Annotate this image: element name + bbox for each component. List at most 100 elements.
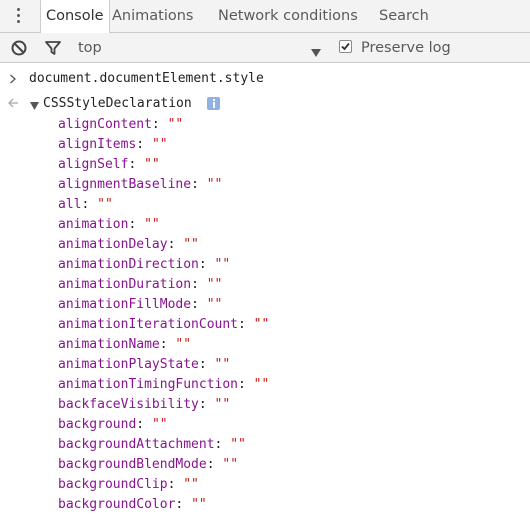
property-row[interactable]: all: "" [58, 195, 269, 215]
property-value: "" [191, 497, 207, 512]
property-separator: : [198, 257, 215, 272]
property-name: animationName [58, 337, 160, 352]
property-row[interactable]: animationDelay: "" [58, 235, 269, 255]
property-value: "" [144, 217, 160, 232]
property-name: backgroundAttachment [58, 437, 215, 452]
property-separator: : [128, 157, 145, 172]
property-row[interactable]: animationDuration: "" [58, 275, 269, 295]
property-row[interactable]: backgroundAttachment: "" [58, 435, 269, 455]
expand-triangle-icon[interactable] [30, 99, 39, 110]
clear-console-icon[interactable] [10, 39, 28, 57]
preserve-log-checkbox[interactable] [339, 40, 352, 53]
property-value: "" [175, 337, 192, 352]
property-separator: : [136, 417, 152, 432]
filter-icon[interactable] [44, 39, 62, 57]
property-separator: : [175, 497, 192, 512]
property-name: alignItems [58, 137, 137, 152]
property-value: "" [183, 237, 199, 252]
property-name: alignmentBaseline [58, 177, 192, 192]
property-name: alignContent [58, 117, 152, 132]
property-value: "" [167, 117, 184, 132]
property-row[interactable]: animationDirection: "" [58, 255, 269, 275]
property-row[interactable]: alignItems: "" [58, 135, 269, 155]
property-name: animation [58, 217, 129, 232]
property-value: "" [253, 317, 270, 332]
result-arrow-icon [7, 97, 19, 108]
property-name: animationIterationCount [58, 317, 239, 332]
property-separator: : [81, 197, 98, 212]
property-value: "" [206, 277, 223, 292]
property-value: "" [97, 197, 113, 212]
property-separator: : [159, 337, 176, 352]
property-value: "" [214, 257, 231, 272]
property-name: background [58, 417, 137, 432]
dropdown-arrow-icon[interactable] [310, 43, 322, 57]
property-row[interactable]: backgroundBlendMode: "" [58, 455, 269, 475]
property-separator: : [136, 137, 152, 152]
property-name: animationDuration [58, 277, 192, 292]
property-value: "" [230, 437, 246, 452]
property-row[interactable]: animationTimingFunction: "" [58, 375, 269, 395]
property-value: "" [214, 397, 231, 412]
property-row[interactable]: alignSelf: "" [58, 155, 269, 175]
property-name: animationFillMode [58, 297, 192, 312]
property-value: "" [214, 357, 231, 372]
property-name: backgroundClip [58, 477, 168, 492]
property-row[interactable]: animation: "" [58, 215, 269, 235]
property-separator: : [214, 437, 231, 452]
property-separator: : [191, 177, 207, 192]
property-separator: : [238, 317, 254, 332]
property-row[interactable]: animationIterationCount: "" [58, 315, 269, 335]
property-row[interactable]: backgroundClip: "" [58, 475, 269, 495]
property-list: alignContent: "" alignItems: "" alignSelf:… [58, 115, 269, 515]
property-row[interactable]: alignContent: "" [58, 115, 269, 135]
property-name: backgroundColor [58, 497, 176, 512]
property-value: "" [253, 377, 270, 392]
result-object-type[interactable]: CSSStyleDeclaration [43, 95, 192, 112]
property-row[interactable]: animationPlayState: "" [58, 355, 269, 375]
tab-console[interactable]: Console [40, 0, 110, 33]
property-name: backfaceVisibility [58, 397, 199, 412]
property-separator: : [206, 457, 223, 472]
tab-search[interactable]: Search [374, 0, 434, 33]
property-value: "" [151, 137, 168, 152]
property-name: alignSelf [58, 157, 129, 172]
context-selector[interactable]: top [78, 33, 102, 63]
property-row[interactable]: background: "" [58, 415, 269, 435]
property-separator: : [238, 377, 254, 392]
property-name: animationDelay [58, 237, 168, 252]
property-separator: : [151, 117, 168, 132]
property-row[interactable]: animationFillMode: "" [58, 295, 269, 315]
property-value: "" [222, 457, 239, 472]
property-separator: : [167, 477, 184, 492]
property-separator: : [198, 397, 215, 412]
property-value: "" [144, 157, 160, 172]
property-separator: : [191, 297, 207, 312]
property-value: "" [151, 417, 168, 432]
tab-animations[interactable]: Animations [107, 0, 198, 33]
property-name: all [58, 197, 82, 212]
property-separator: : [191, 277, 207, 292]
tab-network-conditions[interactable]: Network conditions [213, 0, 363, 33]
property-separator: : [198, 357, 215, 372]
property-row[interactable]: backfaceVisibility: "" [58, 395, 269, 415]
property-value: "" [206, 297, 223, 312]
prompt-chevron-icon [8, 73, 18, 84]
kebab-menu-icon[interactable] [10, 5, 28, 27]
property-name: animationTimingFunction [58, 377, 239, 392]
preserve-log-label[interactable]: Preserve log [361, 33, 451, 63]
console-output[interactable]: document.documentElement.style CSSStyleD… [0, 63, 530, 515]
console-toolbar: top Preserve log [0, 33, 530, 63]
info-icon[interactable] [207, 97, 220, 110]
property-value: "" [206, 177, 223, 192]
property-separator: : [167, 237, 184, 252]
property-row[interactable]: backgroundColor: "" [58, 495, 269, 515]
property-value: "" [183, 477, 199, 492]
command-text: document.documentElement.style [29, 71, 264, 86]
property-name: animationDirection [58, 257, 199, 272]
property-separator: : [128, 217, 145, 232]
property-row[interactable]: alignmentBaseline: "" [58, 175, 269, 195]
property-name: animationPlayState [58, 357, 199, 372]
property-row[interactable]: animationName: "" [58, 335, 269, 355]
panel-tab-bar: Console Animations Network conditions Se… [0, 0, 530, 33]
